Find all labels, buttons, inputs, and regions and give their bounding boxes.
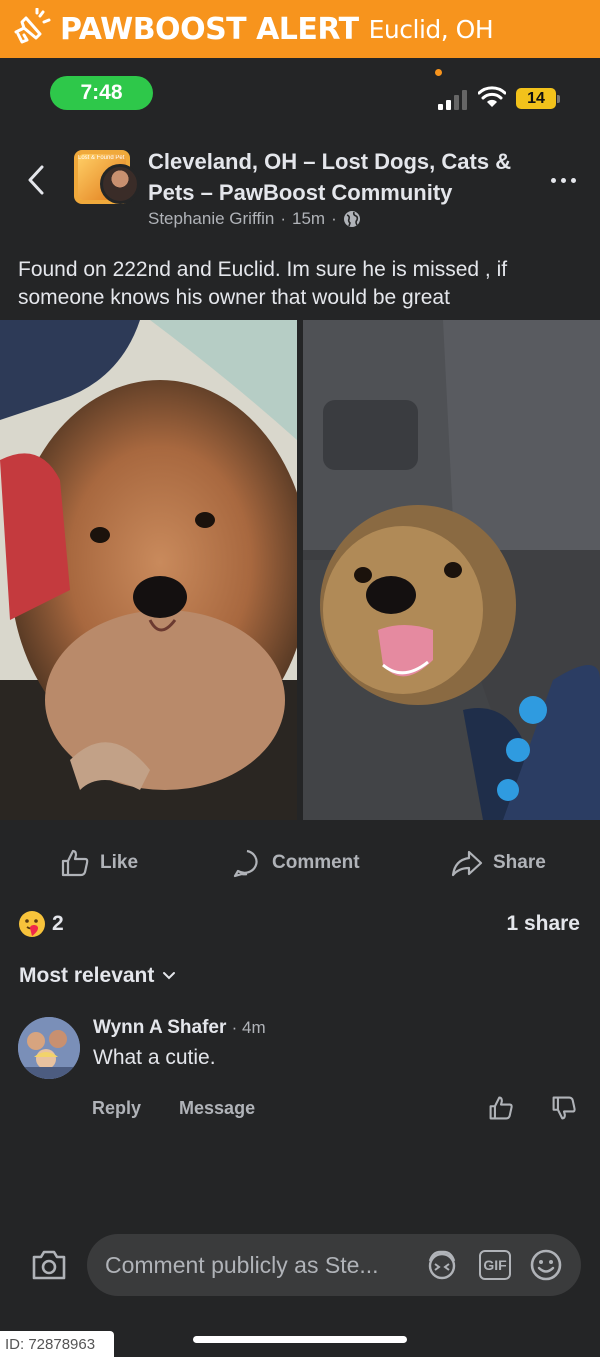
reaction-summary[interactable]: 2	[18, 910, 64, 938]
comment-sort[interactable]: Most relevant	[19, 964, 176, 988]
more-dot	[550, 177, 556, 183]
megaphone-icon	[8, 6, 54, 52]
banner-location: Euclid, OH	[368, 14, 494, 44]
battery-indicator: 14	[516, 88, 556, 109]
listing-id: ID: 72878963	[0, 1331, 114, 1357]
sort-label: Most relevant	[19, 964, 155, 987]
dog-photo-1-image	[0, 320, 297, 820]
wifi-icon	[478, 86, 506, 107]
like-label: Like	[100, 852, 139, 873]
signal-icon	[438, 90, 467, 110]
meta-separator: ·	[331, 209, 337, 228]
post-meta: Stephanie Griffin · 15m ·	[148, 209, 361, 229]
commenter-avatar[interactable]	[18, 1017, 80, 1079]
emoji-icon[interactable]	[529, 1248, 563, 1282]
comment-author-line: Wynn A Shafer · 4m	[93, 1017, 266, 1039]
dog-photo-2-image	[303, 320, 600, 820]
thumbs-up-icon	[61, 849, 89, 877]
comment-icon	[233, 849, 258, 878]
comment-actions: Reply Message	[92, 1098, 255, 1119]
comment-author[interactable]: Wynn A Shafer	[93, 1017, 226, 1038]
post-text: Found on 222nd and Euclid. Im sure he is…	[18, 258, 508, 309]
home-indicator[interactable]	[193, 1336, 407, 1343]
status-bar: 7:48 14	[0, 58, 600, 130]
comment-button[interactable]: Comment	[232, 848, 360, 878]
pawboost-banner: PAWBOOST ALERT Euclid, OH	[0, 0, 600, 58]
reaction-count: 2	[52, 912, 64, 935]
more-options-button[interactable]	[546, 168, 580, 192]
comment-text: What a cutie.	[93, 1046, 216, 1069]
back-button[interactable]	[22, 162, 50, 198]
care-reaction-icon	[19, 911, 45, 937]
gif-button[interactable]: GIF	[479, 1250, 511, 1280]
author-avatar[interactable]	[100, 164, 140, 204]
comment-time-sep: ·	[231, 1018, 243, 1037]
share-count[interactable]: 1 share	[506, 912, 580, 936]
comment-dislike-icon[interactable]	[551, 1095, 577, 1121]
group-name[interactable]: Cleveland, OH – Lost Dogs, Cats & Pets –…	[148, 146, 538, 208]
commenter-avatar-image	[18, 1017, 80, 1079]
banner-brand: PAWBOOST ALERT	[60, 11, 359, 47]
avatar-sticker-icon[interactable]	[425, 1249, 459, 1281]
chevron-down-icon	[163, 972, 176, 980]
comment-input[interactable]	[105, 1234, 415, 1296]
privacy-dot	[435, 69, 442, 76]
share-icon	[451, 850, 483, 877]
meta-separator: ·	[280, 209, 286, 228]
message-button[interactable]: Message	[179, 1098, 255, 1119]
more-dot	[560, 177, 566, 183]
reply-button[interactable]: Reply	[92, 1098, 141, 1119]
chevron-left-icon	[28, 165, 44, 195]
camera-icon[interactable]	[30, 1248, 68, 1282]
status-time[interactable]: 7:48	[50, 76, 153, 110]
battery-tip	[557, 95, 560, 103]
post-author[interactable]: Stephanie Griffin	[148, 209, 274, 229]
group-avatar-title: Lost & Found Pet Community	[78, 155, 126, 161]
globe-icon	[343, 211, 360, 227]
comment-label: Comment	[272, 852, 360, 873]
share-button[interactable]: Share	[451, 848, 546, 878]
post-photo-1[interactable]	[0, 320, 297, 820]
comment-like-icon[interactable]	[488, 1095, 514, 1121]
comment-time: 4m	[242, 1018, 266, 1037]
post-time[interactable]: 15m	[292, 209, 325, 229]
like-button[interactable]: Like	[60, 848, 138, 878]
more-dot	[570, 177, 576, 183]
share-label: Share	[493, 852, 546, 873]
post-photo-2[interactable]	[303, 320, 600, 820]
comment-composer[interactable]: GIF	[87, 1234, 581, 1296]
post-actions: Like Comment Share	[0, 840, 600, 888]
